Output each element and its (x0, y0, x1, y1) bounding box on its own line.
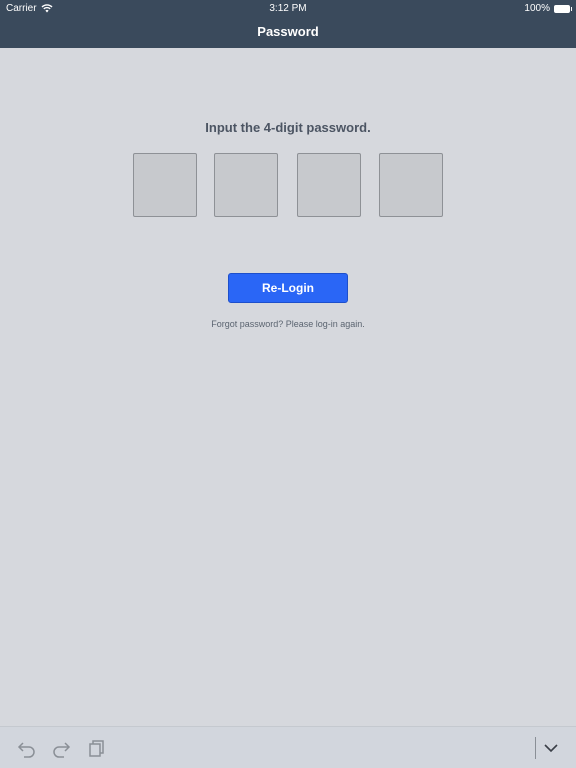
pin-digit-1[interactable] (133, 153, 197, 217)
status-bar: Carrier 3:12 PM 100% (0, 0, 576, 16)
keyboard-toolbar (0, 726, 576, 768)
pin-digit-3[interactable] (297, 153, 361, 217)
pin-input-group (0, 153, 576, 217)
toolbar-divider (535, 737, 536, 759)
battery-icon (554, 4, 572, 13)
navigation-bar: Carrier 3:12 PM 100% Password (0, 0, 576, 48)
clipboard-icon[interactable] (84, 737, 106, 759)
page-title: Password (257, 24, 319, 39)
status-time: 3:12 PM (269, 3, 307, 14)
undo-icon[interactable] (16, 737, 38, 759)
battery-group: 100% (524, 3, 572, 14)
relogin-button[interactable]: Re-Login (228, 273, 348, 303)
pin-digit-4[interactable] (379, 153, 443, 217)
chevron-down-icon[interactable] (540, 737, 562, 759)
redo-icon[interactable] (50, 737, 72, 759)
forgot-password-text: Forgot password? Please log-in again. (211, 319, 365, 329)
password-prompt: Input the 4-digit password. (205, 120, 371, 135)
battery-percent: 100% (524, 3, 550, 14)
pin-digit-2[interactable] (214, 153, 278, 217)
